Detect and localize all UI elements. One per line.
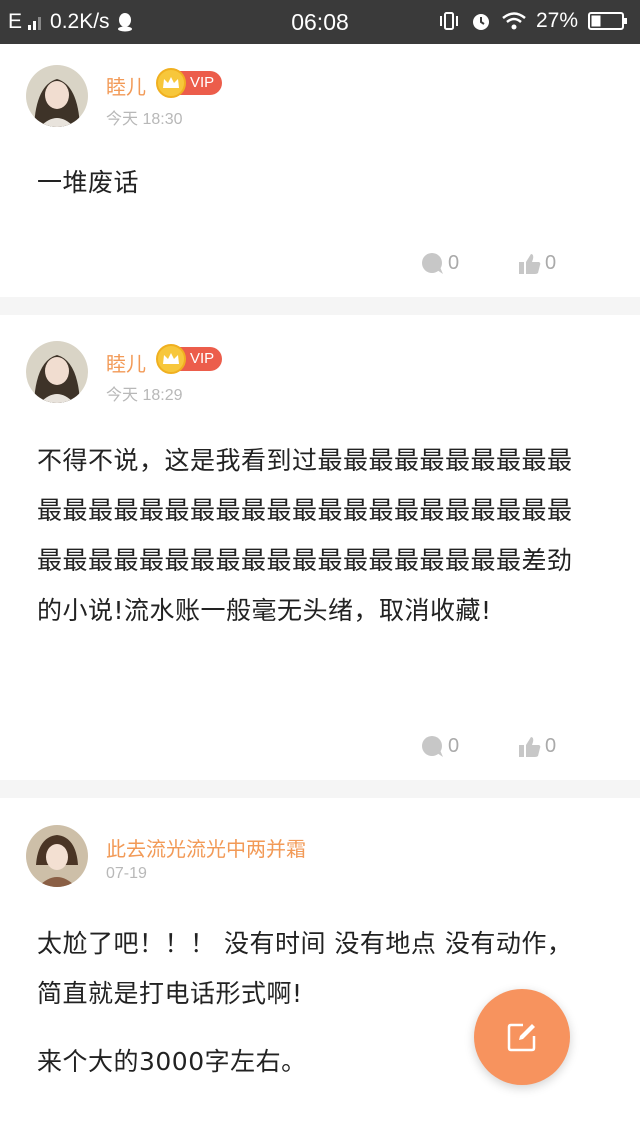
chat-bubble-icon <box>421 252 445 275</box>
like-count: 0 <box>545 735 557 757</box>
user-avatar[interactable] <box>26 65 88 127</box>
status-right: 27% <box>438 9 628 33</box>
crown-icon <box>156 68 186 98</box>
divider <box>0 780 640 798</box>
vip-badge: VIP <box>156 344 223 374</box>
like-count: 0 <box>545 252 557 274</box>
like-button[interactable]: 0 <box>518 735 556 758</box>
username[interactable]: 此去流光流光中两并霜 <box>106 833 306 862</box>
comment-time: 今天 18:29 <box>106 387 183 404</box>
battery-icon <box>588 11 628 31</box>
write-comment-button[interactable] <box>474 989 570 1085</box>
like-button[interactable]: 0 <box>518 252 556 275</box>
reply-button[interactable]: 0 <box>421 735 459 758</box>
status-bar: E 0.2K/s 06:08 27% <box>0 0 640 44</box>
reply-count: 0 <box>448 735 460 757</box>
chat-bubble-icon <box>421 735 445 758</box>
wifi-icon <box>502 12 526 30</box>
comment-paragraph: 一堆废话 <box>37 168 140 197</box>
edit-icon <box>506 1021 538 1053</box>
thumbs-up-icon <box>518 736 542 758</box>
comment-text: 不得不说，这是我看到过最最最最最最最最最最最最最最最最最最最最最最最最最最最最最… <box>37 436 591 636</box>
user-avatar[interactable] <box>26 825 88 887</box>
thumbs-up-icon <box>518 253 542 275</box>
username[interactable]: 睦儿 <box>106 348 146 377</box>
comment-card: 此去流光流光中两并霜 07-19 太尬了吧！！！ 没有时间 没有地点 没有动作，… <box>0 798 640 1138</box>
divider <box>0 297 640 315</box>
comment-card: 睦儿 VIP 今天 18:29 不得不说，这是我看到过最最最最最最最最最最最最最… <box>0 315 640 780</box>
comment-paragraph: 不得不说，这是我看到过最最最最最最最最最最最最最最最最最最最最最最最最最最最最最… <box>37 446 573 625</box>
comment-feed[interactable]: 睦儿 VIP 今天 18:30 一堆废话 0 0 睦儿 VIP 今天 18:29… <box>0 44 640 1138</box>
vip-badge: VIP <box>156 68 223 98</box>
comment-time: 07-19 <box>106 865 147 882</box>
vibrate-icon <box>438 11 460 31</box>
reply-button[interactable]: 0 <box>421 252 459 275</box>
battery-percent: 27% <box>535 9 578 32</box>
comment-text: 一堆废话 <box>37 158 597 208</box>
user-avatar[interactable] <box>26 341 88 403</box>
comment-card: 睦儿 VIP 今天 18:30 一堆废话 0 0 <box>0 44 640 297</box>
reply-count: 0 <box>448 252 460 274</box>
comment-time: 今天 18:30 <box>106 111 183 128</box>
username[interactable]: 睦儿 <box>106 71 146 100</box>
crown-icon <box>156 344 186 374</box>
alarm-icon <box>470 10 492 32</box>
